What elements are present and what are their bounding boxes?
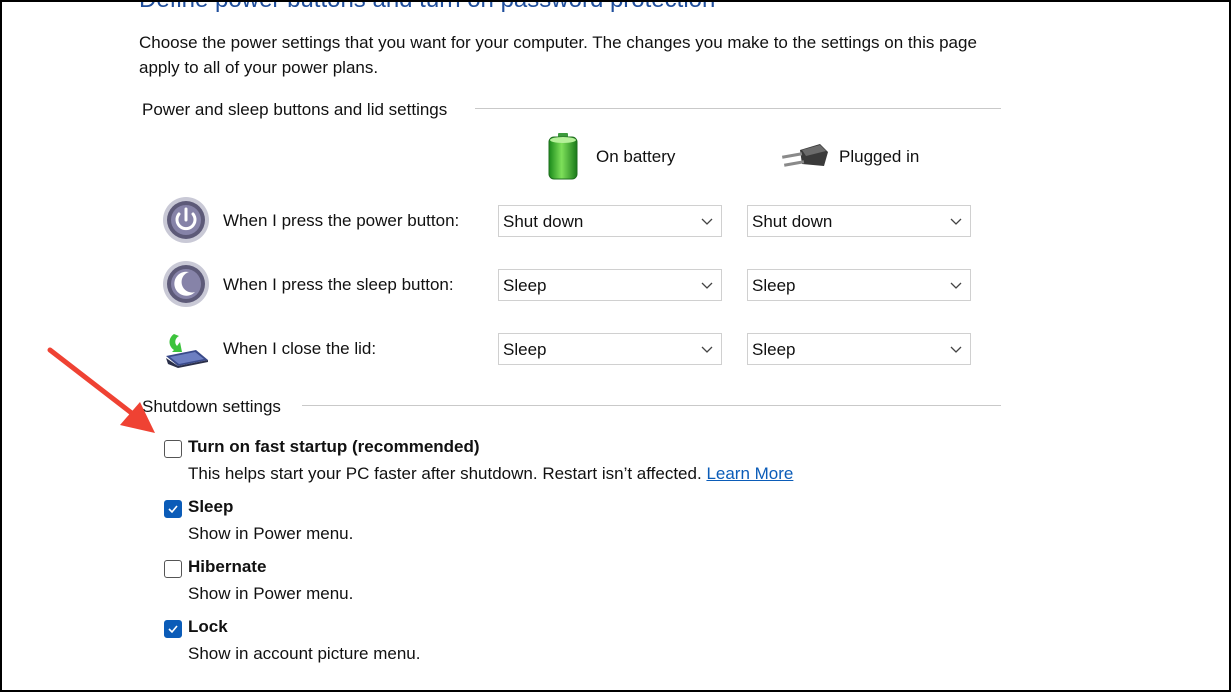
lock-checkbox[interactable] [164,620,182,638]
hibernate-option-description: Show in Power menu. [188,584,354,603]
red-arrow-annotation [47,347,155,433]
lid-close-plugged-value: Sleep [752,340,796,359]
chevron-down-icon [950,346,962,353]
checkmark-icon [168,505,178,514]
page-heading: Define power buttons and turn on passwor… [139,0,715,14]
learn-more-link[interactable]: Learn More [706,464,793,483]
lock-option-description: Show in account picture menu. [188,644,421,663]
chevron-down-icon [701,282,713,289]
sleep-button-label: When I press the sleep button: [223,275,454,294]
lid-close-plugged-select[interactable]: Sleep [747,333,971,365]
power-group-title: Power and sleep buttons and lid settings [142,100,448,119]
hibernate-option-title: Hibernate [188,557,267,576]
sleep-button-icon [163,261,209,307]
hibernate-checkbox[interactable] [164,560,182,578]
chevron-down-icon [950,218,962,225]
power-group-divider [475,108,1001,109]
sleep-button-plugged-value: Sleep [752,276,796,295]
power-button-plugged-value: Shut down [752,212,833,231]
power-button-battery-value: Shut down [503,212,584,231]
chevron-down-icon [701,218,713,225]
power-button-label: When I press the power button: [223,211,460,230]
intro-text: Choose the power settings that you want … [139,33,977,77]
power-plug-icon [781,144,828,167]
chevron-down-icon [701,346,713,353]
on-battery-header: On battery [596,147,676,166]
fast-startup-desc-text: This helps start your PC faster after sh… [188,464,702,483]
fast-startup-checkbox[interactable] [164,440,182,458]
sleep-option-description: Show in Power menu. [188,524,354,543]
plugged-in-header: Plugged in [839,147,920,166]
power-button-icon [163,197,209,243]
sleep-button-battery-value: Sleep [503,276,547,295]
checkmark-icon [168,625,178,634]
power-button-plugged-select[interactable]: Shut down [747,205,971,237]
fast-startup-description: This helps start your PC faster after sh… [188,464,793,484]
sleep-button-plugged-select[interactable]: Sleep [747,269,971,301]
shutdown-group-divider [302,405,1001,406]
chevron-down-icon [950,282,962,289]
battery-icon [548,133,578,180]
sleep-button-battery-select[interactable]: Sleep [498,269,722,301]
power-button-battery-select[interactable]: Shut down [498,205,722,237]
lid-close-battery-select[interactable]: Sleep [498,333,722,365]
sleep-checkbox[interactable] [164,500,182,518]
lid-close-label: When I close the lid: [223,339,377,358]
lid-close-battery-value: Sleep [503,340,547,359]
sleep-option-title: Sleep [188,497,234,516]
fast-startup-title: Turn on fast startup (recommended) [188,437,480,456]
lock-option-title: Lock [188,617,228,636]
